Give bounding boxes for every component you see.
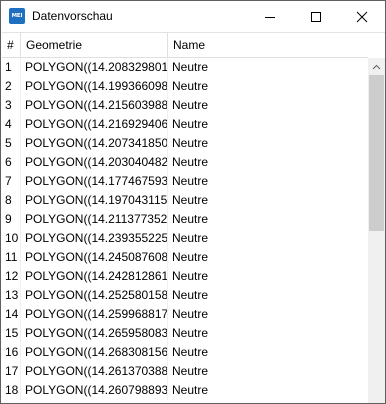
data-preview-window: MEI Datenvorschau # Geometrie Name 1 POLY… [0, 0, 386, 404]
table-row[interactable]: 3 POLYGON((14.2156039881 Neutre [2, 96, 368, 115]
title-bar[interactable]: MEI Datenvorschau [1, 1, 385, 32]
geometry-cell[interactable]: POLYGON((14.2030404824 [21, 153, 168, 172]
geometry-cell[interactable]: POLYGON((14.1774675931 [21, 172, 168, 191]
table-row[interactable]: 13 POLYGON((14.2525801588 Neutre [2, 286, 368, 305]
grid-header: # Geometrie Name [2, 33, 368, 58]
table-row[interactable]: 6 POLYGON((14.2030404824 Neutre [2, 153, 368, 172]
table-row[interactable]: 16 POLYGON((14.2683081568 Neutre [2, 343, 368, 362]
name-cell[interactable]: Neutre [168, 210, 208, 229]
scrollbar-thumb[interactable] [369, 75, 384, 231]
name-cell[interactable]: Neutre [168, 96, 208, 115]
maximize-button[interactable] [293, 1, 339, 32]
row-number-cell[interactable]: 18 [2, 381, 21, 400]
window-title: Datenvorschau [32, 9, 113, 23]
row-number-cell[interactable]: 4 [2, 115, 21, 134]
table-row[interactable]: 2 POLYGON((14.1993660986 Neutre [2, 77, 368, 96]
column-header-number[interactable]: # [2, 33, 21, 58]
row-number-cell[interactable]: 9 [2, 210, 21, 229]
name-cell[interactable]: Neutre [168, 343, 208, 362]
row-number-cell[interactable]: 10 [2, 229, 21, 248]
name-cell[interactable]: Neutre [168, 381, 208, 400]
geometry-cell[interactable]: POLYGON((14.2607988936 [21, 381, 168, 400]
table-row[interactable]: 5 POLYGON((14.2073418500 Neutre [2, 134, 368, 153]
table-row[interactable]: 1 POLYGON((14.2083298018 Neutre [2, 58, 368, 77]
geometry-cell[interactable]: POLYGON((14.2428128612 [21, 267, 168, 286]
row-number-cell[interactable]: 11 [2, 248, 21, 267]
geometry-cell[interactable]: POLYGON((14.2599688173 [21, 305, 168, 324]
row-number-cell[interactable]: 15 [2, 324, 21, 343]
chevron-up-icon [372, 64, 381, 69]
close-button[interactable] [339, 1, 385, 32]
geometry-cell[interactable]: POLYGON((14.2169294069 [21, 115, 168, 134]
geometry-cell[interactable]: POLYGON((14.2073418500 [21, 134, 168, 153]
row-number-cell[interactable]: 17 [2, 362, 21, 381]
row-number-cell[interactable]: 6 [2, 153, 21, 172]
table-row[interactable]: 15 POLYGON((14.2659580837 Neutre [2, 324, 368, 343]
geometry-cell[interactable]: POLYGON((14.2083298018 [21, 58, 168, 77]
geometry-cell[interactable]: POLYGON((14.2450876084 [21, 248, 168, 267]
close-icon [356, 11, 368, 22]
row-number-cell[interactable]: 5 [2, 134, 21, 153]
name-cell[interactable]: Neutre [168, 362, 208, 381]
row-number-cell[interactable]: 8 [2, 191, 21, 210]
app-icon: MEI [9, 8, 25, 24]
scroll-up-button[interactable] [368, 58, 385, 75]
table-row[interactable]: 18 POLYGON((14.2607988936 Neutre [2, 381, 368, 400]
geometry-cell[interactable]: POLYGON((14.1970431156 [21, 191, 168, 210]
name-cell[interactable]: Neutre [168, 324, 208, 343]
name-cell[interactable]: Neutre [168, 286, 208, 305]
row-number-cell[interactable]: 7 [2, 172, 21, 191]
grid-corner [368, 33, 385, 58]
name-cell[interactable]: Neutre [168, 153, 208, 172]
geometry-cell[interactable]: POLYGON((14.2659580837 [21, 324, 168, 343]
name-cell[interactable]: Neutre [168, 134, 208, 153]
geometry-cell[interactable]: POLYGON((14.2525801588 [21, 286, 168, 305]
table-row[interactable]: 14 POLYGON((14.2599688173 Neutre [2, 305, 368, 324]
name-cell[interactable]: Neutre [168, 248, 208, 267]
row-number-cell[interactable]: 14 [2, 305, 21, 324]
geometry-cell[interactable]: POLYGON((14.1993660986 [21, 77, 168, 96]
geometry-cell[interactable]: POLYGON((14.2683081568 [21, 343, 168, 362]
table-row[interactable]: 11 POLYGON((14.2450876084 Neutre [2, 248, 368, 267]
row-number-cell[interactable]: 13 [2, 286, 21, 305]
table-row[interactable]: 8 POLYGON((14.1970431156 Neutre [2, 191, 368, 210]
name-cell[interactable]: Neutre [168, 77, 208, 96]
table-row[interactable]: 17 POLYGON((14.2613703883 Neutre [2, 362, 368, 381]
name-cell[interactable]: Neutre [168, 115, 208, 134]
name-cell[interactable]: Neutre [168, 191, 208, 210]
name-cell[interactable]: Neutre [168, 58, 208, 77]
table-row[interactable]: 9 POLYGON((14.2113773527 Neutre [2, 210, 368, 229]
table-row[interactable]: 12 POLYGON((14.2428128612 Neutre [2, 267, 368, 286]
column-header-geometry[interactable]: Geometrie [21, 33, 168, 58]
row-number-cell[interactable]: 2 [2, 77, 21, 96]
geometry-cell[interactable]: POLYGON((14.2113773527 [21, 210, 168, 229]
geometry-cell[interactable]: POLYGON((14.2613703883 [21, 362, 168, 381]
name-cell[interactable]: Neutre [168, 172, 208, 191]
table-row[interactable]: 10 POLYGON((14.2393552259 Neutre [2, 229, 368, 248]
name-cell[interactable]: Neutre [168, 229, 208, 248]
maximize-icon [311, 11, 321, 22]
row-number-cell[interactable]: 1 [2, 58, 21, 77]
column-header-name[interactable]: Name [168, 33, 208, 58]
name-cell[interactable]: Neutre [168, 305, 208, 324]
table-row[interactable]: 7 POLYGON((14.1774675931 Neutre [2, 172, 368, 191]
vertical-scrollbar[interactable] [368, 58, 385, 403]
row-number-cell[interactable]: 16 [2, 343, 21, 362]
geometry-cell[interactable]: POLYGON((14.2156039881 [21, 96, 168, 115]
minimize-button[interactable] [247, 1, 293, 32]
minimize-icon [265, 16, 275, 18]
data-grid[interactable]: # Geometrie Name 1 POLYGON((14.2083298018… [2, 32, 385, 403]
row-number-cell[interactable]: 3 [2, 96, 21, 115]
grid-rows: 1 POLYGON((14.2083298018 Neutre 2 POLYGON((1… [2, 58, 368, 400]
row-number-cell[interactable]: 12 [2, 267, 21, 286]
table-row[interactable]: 4 POLYGON((14.2169294069 Neutre [2, 115, 368, 134]
geometry-cell[interactable]: POLYGON((14.2393552259 [21, 229, 168, 248]
name-cell[interactable]: Neutre [168, 267, 208, 286]
